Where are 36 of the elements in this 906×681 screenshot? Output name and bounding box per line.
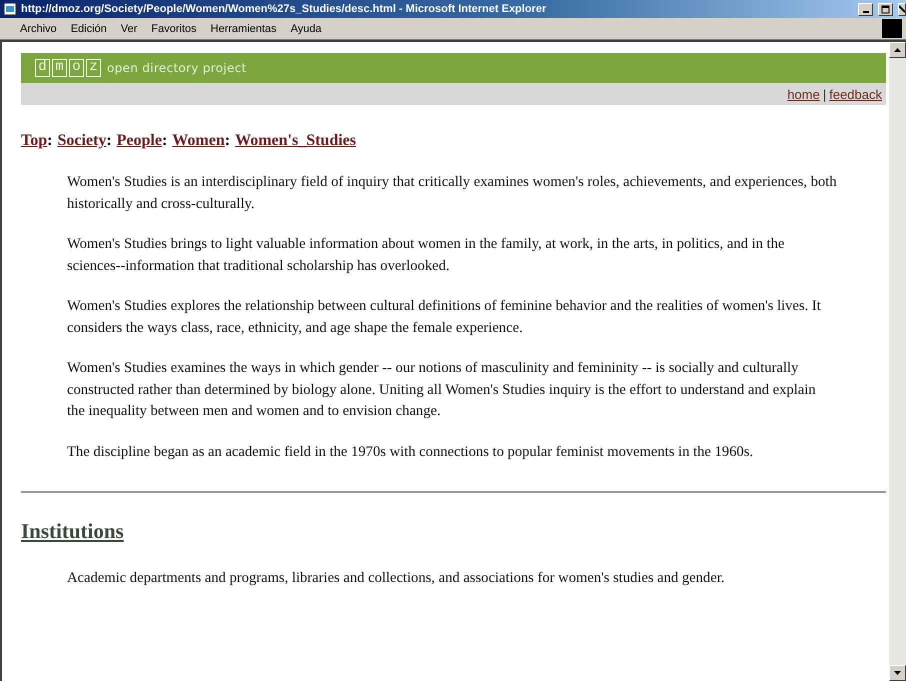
paragraph: The discipline began as an academic field in the 1970s with connections to popular feminist movements in the 1960s. — [67, 442, 754, 462]
breadcrumb-separator: : — [224, 132, 230, 150]
breadcrumb-link[interactable]: People — [116, 132, 162, 150]
menu-item[interactable]: Herramientas — [210, 22, 277, 34]
close-icon — [899, 5, 905, 13]
nav-link[interactable]: home — [787, 86, 820, 102]
menu-item[interactable]: Ayuda — [290, 22, 322, 34]
close-button[interactable] — [898, 2, 906, 16]
breadcrumb-link[interactable]: Top — [21, 132, 48, 150]
breadcrumb-separator: : — [162, 132, 168, 150]
menu-item[interactable]: Edición — [70, 22, 107, 34]
paragraph: Women's Studies brings to light valuable information about women in the family, at work, in the arts, in politics, and in the sciences--information that traditional scholarship has overlooked. — [67, 235, 786, 276]
minimize-button[interactable] — [858, 2, 873, 16]
nav-link[interactable]: feedback — [829, 86, 882, 102]
menu-item[interactable]: Ver — [120, 22, 138, 34]
scroll-down-icon[interactable] — [889, 665, 906, 681]
dmoz-logo: d m o z — [35, 59, 101, 77]
scroll-up-icon[interactable] — [889, 42, 906, 58]
breadcrumb-link[interactable]: Women's_Studies — [235, 132, 356, 150]
section-description: Academic departments and programs, libraries and collections, and associations for women's studies and gender. — [67, 569, 726, 588]
breadcrumb-separator: : — [47, 132, 52, 150]
maximize-button[interactable] — [878, 2, 893, 16]
section-heading[interactable]: Institutions — [21, 519, 889, 544]
breadcrumb-separator: : — [106, 132, 112, 150]
tagline: open directory project — [107, 61, 247, 75]
browser-icon — [3, 2, 17, 16]
window-title: http://dmoz.org/Society/People/Women/Women%27s_Studies/desc.html - Microsoft Internet Explorer — [21, 3, 548, 15]
paragraph: Women's Studies examines the ways in which gender -- our notions of masculinity and femininity -- is socially and culturally constructed rather than determined by biology alone. Uniting all Women's Studies inquiry is the effort to understand and explain the inequality between men and women and to envision change. — [67, 359, 817, 421]
paragraph: Women's Studies is an interdisciplinary field of inquiry that critically examines women's roles, achievements, and experiences, both historically and cross-culturally. — [67, 173, 837, 214]
breadcrumb-link[interactable]: Women — [172, 132, 225, 150]
menu-item[interactable]: Archivo — [20, 22, 57, 34]
link-separator: | — [822, 86, 826, 102]
maximize-icon — [881, 4, 890, 14]
paragraph: Women's Studies explores the relationship between cultural definitions of feminine behavior and the realities of women's lives. It considers the ways class, race, ethnicity, and age shape the female experience. — [67, 297, 822, 338]
menu-item[interactable]: Favoritos — [151, 22, 197, 34]
breadcrumb-link[interactable]: Society — [57, 132, 106, 150]
